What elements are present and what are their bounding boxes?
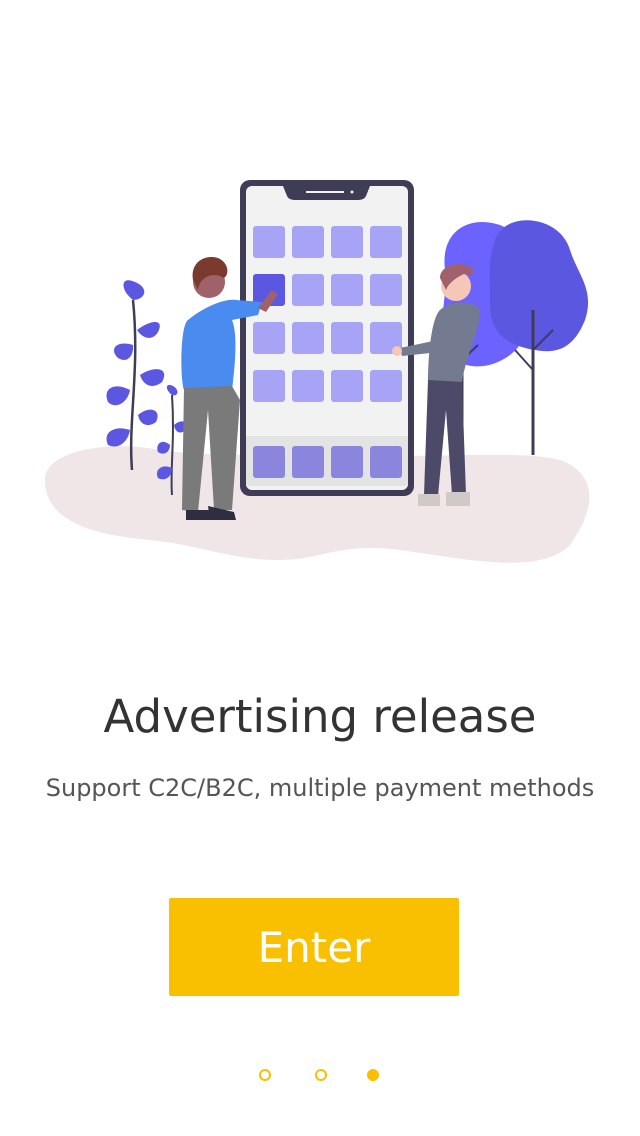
page-indicator	[0, 1069, 640, 1087]
page-subtitle: Support C2C/B2C, multiple payment method…	[45, 774, 595, 802]
onboarding-illustration	[45, 180, 590, 563]
page-dot-icon[interactable]	[259, 1069, 271, 1081]
page-dot-icon[interactable]	[315, 1069, 327, 1081]
page-title: Advertising release	[103, 690, 537, 743]
page-dot-icon[interactable]	[367, 1069, 379, 1081]
enter-button[interactable]: Enter	[169, 898, 459, 996]
phone-mockup	[240, 180, 414, 496]
